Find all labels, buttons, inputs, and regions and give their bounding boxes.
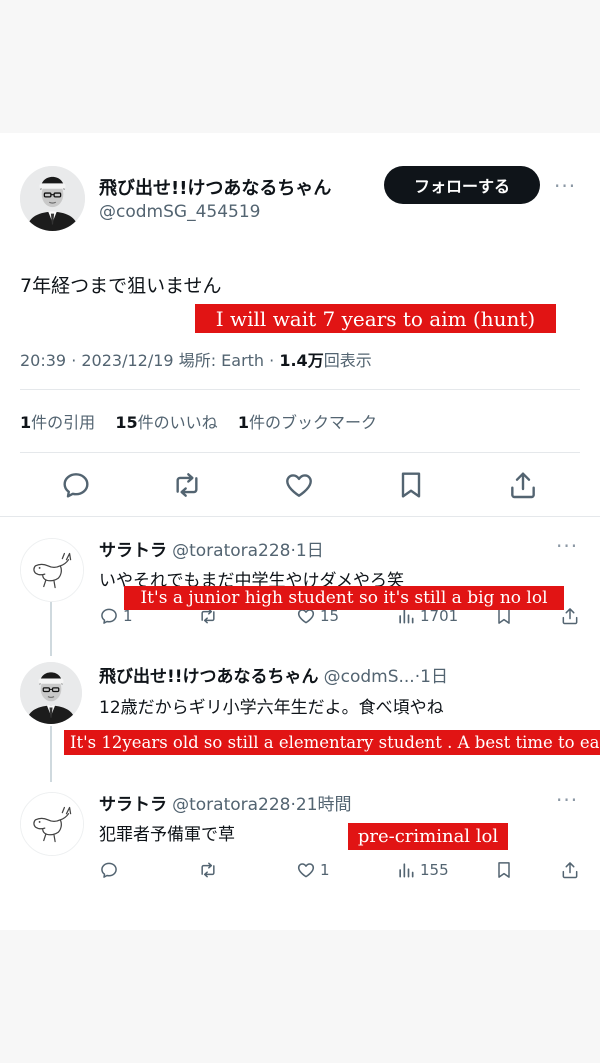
- retweet-icon[interactable]: [171, 469, 203, 501]
- bookmarks-label: 件のブックマーク: [248, 413, 377, 432]
- tweet-text: 7年経つまで狙いません: [20, 275, 222, 297]
- more-icon[interactable]: ···: [554, 174, 576, 198]
- more-icon[interactable]: ···: [556, 534, 578, 558]
- share-icon: [560, 860, 580, 880]
- like-count: 1: [320, 861, 330, 879]
- reply-display-name[interactable]: 飛び出せ!!けつあなるちゃん: [99, 667, 319, 687]
- reply-icon: [99, 606, 119, 626]
- heart-icon: [296, 860, 316, 880]
- reply-time[interactable]: 1日: [296, 541, 324, 561]
- heart-icon[interactable]: [283, 469, 315, 501]
- reply-text: 犯罪者予備軍で草: [99, 825, 235, 845]
- thread-line: [50, 602, 52, 656]
- retweet-action[interactable]: [198, 860, 218, 880]
- reply-display-name[interactable]: サラトラ: [99, 795, 167, 815]
- reply-avatar[interactable]: [20, 538, 84, 602]
- engagement-stats: 1件の引用 15件のいいね 1件のブックマーク: [20, 409, 377, 433]
- translation-caption: I will wait 7 years to aim (hunt): [195, 304, 556, 333]
- bookmark-action[interactable]: [494, 860, 514, 880]
- tweet-date[interactable]: 2023/12/19: [81, 351, 173, 370]
- quotes-stat[interactable]: 1件の引用: [20, 413, 95, 432]
- bookmarks-stat[interactable]: 1件のブックマーク: [238, 413, 377, 432]
- reply-avatar[interactable]: [20, 792, 84, 856]
- retweet-icon: [198, 860, 218, 880]
- author-avatar[interactable]: [20, 166, 85, 231]
- translation-caption: pre-criminal lol: [348, 823, 508, 850]
- reply-header: サラトラ @toratora228·1日: [99, 541, 324, 561]
- bookmark-icon: [494, 860, 514, 880]
- reply-icon[interactable]: [60, 469, 92, 501]
- reply-time[interactable]: 1日: [420, 667, 448, 687]
- divider: [20, 452, 580, 453]
- divider: [20, 389, 580, 390]
- reply-handle[interactable]: @codmS...: [324, 667, 415, 687]
- reply-avatar[interactable]: [20, 662, 82, 724]
- share-action[interactable]: [560, 860, 580, 880]
- author-display-name[interactable]: 飛び出せ!!けつあなるちゃん: [99, 174, 331, 200]
- reply-icon: [99, 860, 119, 880]
- thread-line: [50, 726, 52, 782]
- views-count: 1.4万: [279, 351, 324, 370]
- likes-stat[interactable]: 15件のいいね: [115, 413, 217, 432]
- tweet-location: 場所: Earth: [178, 351, 265, 370]
- section-divider: [0, 516, 600, 517]
- bookmark-icon[interactable]: [395, 469, 427, 501]
- follow-button[interactable]: フォローする: [384, 166, 540, 204]
- like-action[interactable]: 1: [296, 860, 330, 880]
- more-icon[interactable]: ···: [556, 788, 578, 812]
- quotes-label: 件の引用: [31, 413, 96, 432]
- reply-handle[interactable]: @toratora228: [172, 795, 290, 815]
- tweet-metadata: 20:39 · 2023/12/19 場所: Earth · 1.4万回表示: [20, 351, 372, 370]
- views-action[interactable]: 155: [396, 860, 449, 880]
- reply-text: 12歳だからギリ小学六年生だよ。食べ頃やね: [99, 698, 444, 718]
- views-label: 回表示: [323, 351, 372, 370]
- reply-action[interactable]: [99, 860, 119, 880]
- bookmarks-count: 1: [237, 413, 249, 432]
- likes-label: 件のいいね: [137, 413, 218, 432]
- author-handle[interactable]: @codmSG_454519: [99, 202, 260, 222]
- share-icon[interactable]: [507, 469, 539, 501]
- quotes-count: 1: [20, 413, 32, 432]
- reply-header: 飛び出せ!!けつあなるちゃん @codmS...·1日: [99, 667, 448, 687]
- likes-count: 15: [115, 413, 138, 432]
- reply-time[interactable]: 21時間: [296, 795, 352, 815]
- views-icon: [396, 860, 416, 880]
- translation-caption: It's a junior high student so it's still…: [124, 586, 564, 610]
- view-count: 155: [420, 861, 449, 879]
- reply-header: サラトラ @toratora228·21時間: [99, 795, 352, 815]
- translation-caption: It's 12years old so still a elementary s…: [64, 730, 600, 755]
- reply-display-name[interactable]: サラトラ: [99, 541, 167, 561]
- reply-handle[interactable]: @toratora228: [172, 541, 290, 561]
- tweet-time[interactable]: 20:39: [20, 351, 66, 370]
